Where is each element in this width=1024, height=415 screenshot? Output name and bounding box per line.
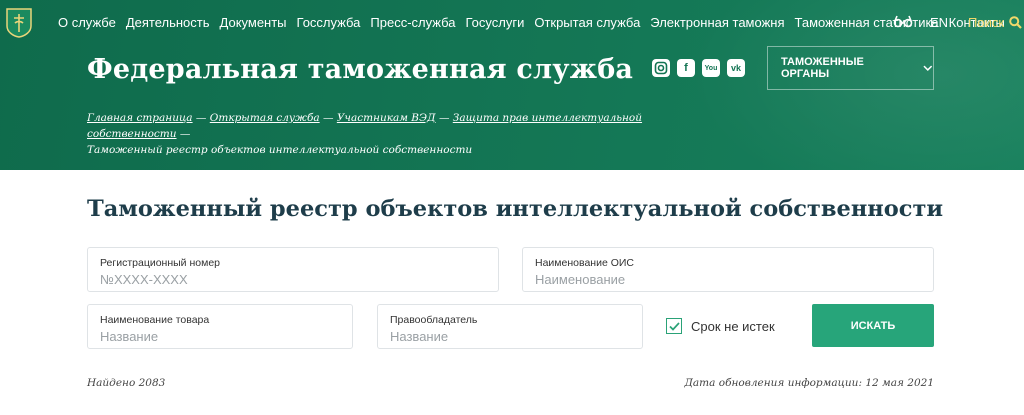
results-count: Найдено 2083 [87,377,166,389]
search-button[interactable]: ИСКАТЬ [812,304,934,347]
glasses-icon[interactable] [893,14,913,28]
product-name-label: Наименование товара [100,314,210,326]
breadcrumb-fea-participants[interactable]: Участникам ВЭД [337,112,436,124]
reg-number-input[interactable] [100,272,449,287]
ois-name-input[interactable] [535,272,884,287]
language-switch[interactable]: EN [930,15,948,30]
breadcrumb-separator: — [179,128,191,140]
product-name-field[interactable]: Наименование товара [87,304,353,349]
search-label: Поиск [968,15,1005,30]
page-title: Таможенный реестр объектов интеллектуаль… [87,196,944,222]
customs-organs-dropdown[interactable]: ТАМОЖЕННЫЕ ОРГАНЫ [767,46,934,90]
search-icon [1009,16,1022,29]
site-title[interactable]: Федеральная таможенная служба [87,54,633,85]
checkmark-icon [668,321,680,331]
vk-icon[interactable]: vk [727,59,745,77]
reg-number-label: Регистрационный номер [100,257,220,269]
breadcrumb-open-service[interactable]: Открытая служба [210,112,320,124]
nav-item-about[interactable]: О службе [58,15,116,30]
update-date: Дата обновления информации: 12 мая 2021 [684,377,934,389]
not-expired-checkbox[interactable] [666,318,682,334]
header-hero: О службе Деятельность Документы Госслужб… [0,0,1024,170]
rightholder-label: Правообладатель [390,314,478,326]
nav-item-gov-services[interactable]: Госуслуги [465,15,524,30]
breadcrumb-current: Таможенный реестр объектов интеллектуаль… [87,144,473,156]
nav-item-activity[interactable]: Деятельность [126,15,210,30]
nav-item-statistics[interactable]: Таможенная статистика [795,15,939,30]
product-name-input[interactable] [100,329,325,344]
breadcrumb-separator: — [438,112,450,124]
search-link[interactable]: Поиск [968,15,1022,30]
ois-name-label: Наименование ОИС [535,257,635,269]
social-links: f You vk [652,59,745,77]
breadcrumb-separator: — [322,112,334,124]
nav-item-press[interactable]: Пресс-служба [370,15,455,30]
youtube-icon[interactable]: You [702,59,720,77]
nav-item-open-service[interactable]: Открытая служба [534,15,640,30]
breadcrumb-separator: — [195,112,207,124]
rightholder-field[interactable]: Правообладатель [377,304,643,349]
top-navigation: О службе Деятельность Документы Госслужб… [58,15,1015,30]
chevron-down-icon [923,65,933,71]
breadcrumb: Главная страница — Открытая служба — Уча… [87,110,667,158]
reg-number-field[interactable]: Регистрационный номер [87,247,499,292]
nav-item-documents[interactable]: Документы [220,15,287,30]
ois-name-field[interactable]: Наименование ОИС [522,247,934,292]
rightholder-input[interactable] [390,329,615,344]
instagram-icon[interactable] [652,59,670,77]
facebook-icon[interactable]: f [677,59,695,77]
fts-emblem-icon[interactable] [5,8,33,38]
not-expired-label[interactable]: Срок не истек [691,319,775,334]
nav-item-e-customs[interactable]: Электронная таможня [650,15,784,30]
breadcrumb-home[interactable]: Главная страница [87,112,193,124]
nav-item-civil-service[interactable]: Госслужба [297,15,361,30]
customs-organs-label: ТАМОЖЕННЫЕ ОРГАНЫ [781,56,864,80]
